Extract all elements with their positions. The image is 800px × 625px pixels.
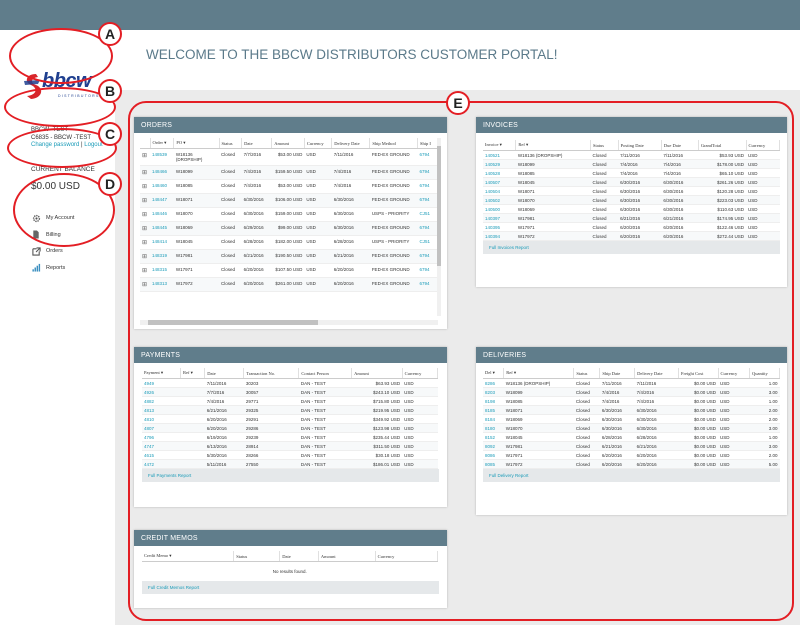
callout-label-b: B (98, 79, 122, 103)
nav-label: Orders (46, 248, 63, 255)
external-link-icon (30, 247, 42, 256)
top-bar (0, 0, 800, 30)
welcome-header: WELCOME TO THE BBCW DISTRIBUTORS CUSTOME… (115, 30, 800, 90)
nav-reports[interactable]: Reports (30, 260, 74, 277)
page-title: WELCOME TO THE BBCW DISTRIBUTORS CUSTOME… (146, 47, 558, 62)
callout-label-e: E (446, 91, 470, 115)
callout-ring-e (128, 101, 794, 621)
bar-chart-icon (30, 263, 42, 272)
callout-label-a: A (98, 22, 122, 46)
nav-label: Reports (46, 264, 66, 271)
callout-label-d: D (98, 172, 122, 196)
callout-label-c: C (98, 122, 122, 146)
